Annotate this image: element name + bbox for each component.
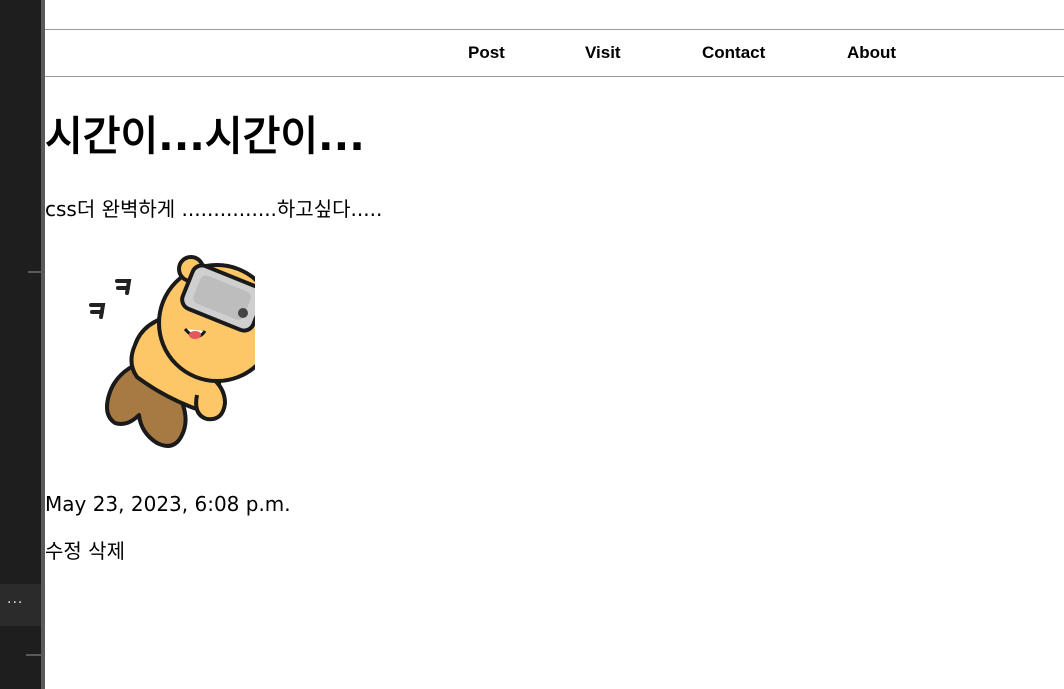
blog-page: Post Visit Contact About 시간이...시간이... cs… (45, 0, 1064, 689)
post-actions: 수정 삭제 (45, 537, 125, 565)
post-date: May 23, 2023, 6:08 p.m. (45, 492, 291, 516)
post-body: css더 완벽하게 ...............하고싶다..... (45, 197, 383, 221)
nav-link-contact[interactable]: Contact (702, 43, 765, 63)
delete-link[interactable]: 삭제 (88, 539, 125, 563)
character-lying-with-phone-illustration (89, 255, 255, 448)
more-options-icon[interactable]: ··· (0, 584, 41, 626)
top-navigation: Post Visit Contact About (45, 29, 1064, 77)
nav-link-post[interactable]: Post (468, 43, 505, 63)
post-title: 시간이...시간이... (45, 112, 365, 160)
edit-link[interactable]: 수정 (45, 539, 82, 563)
nav-link-about[interactable]: About (847, 43, 896, 63)
scroll-marker (28, 271, 41, 273)
scroll-marker (26, 654, 41, 656)
nav-link-visit[interactable]: Visit (585, 43, 621, 63)
